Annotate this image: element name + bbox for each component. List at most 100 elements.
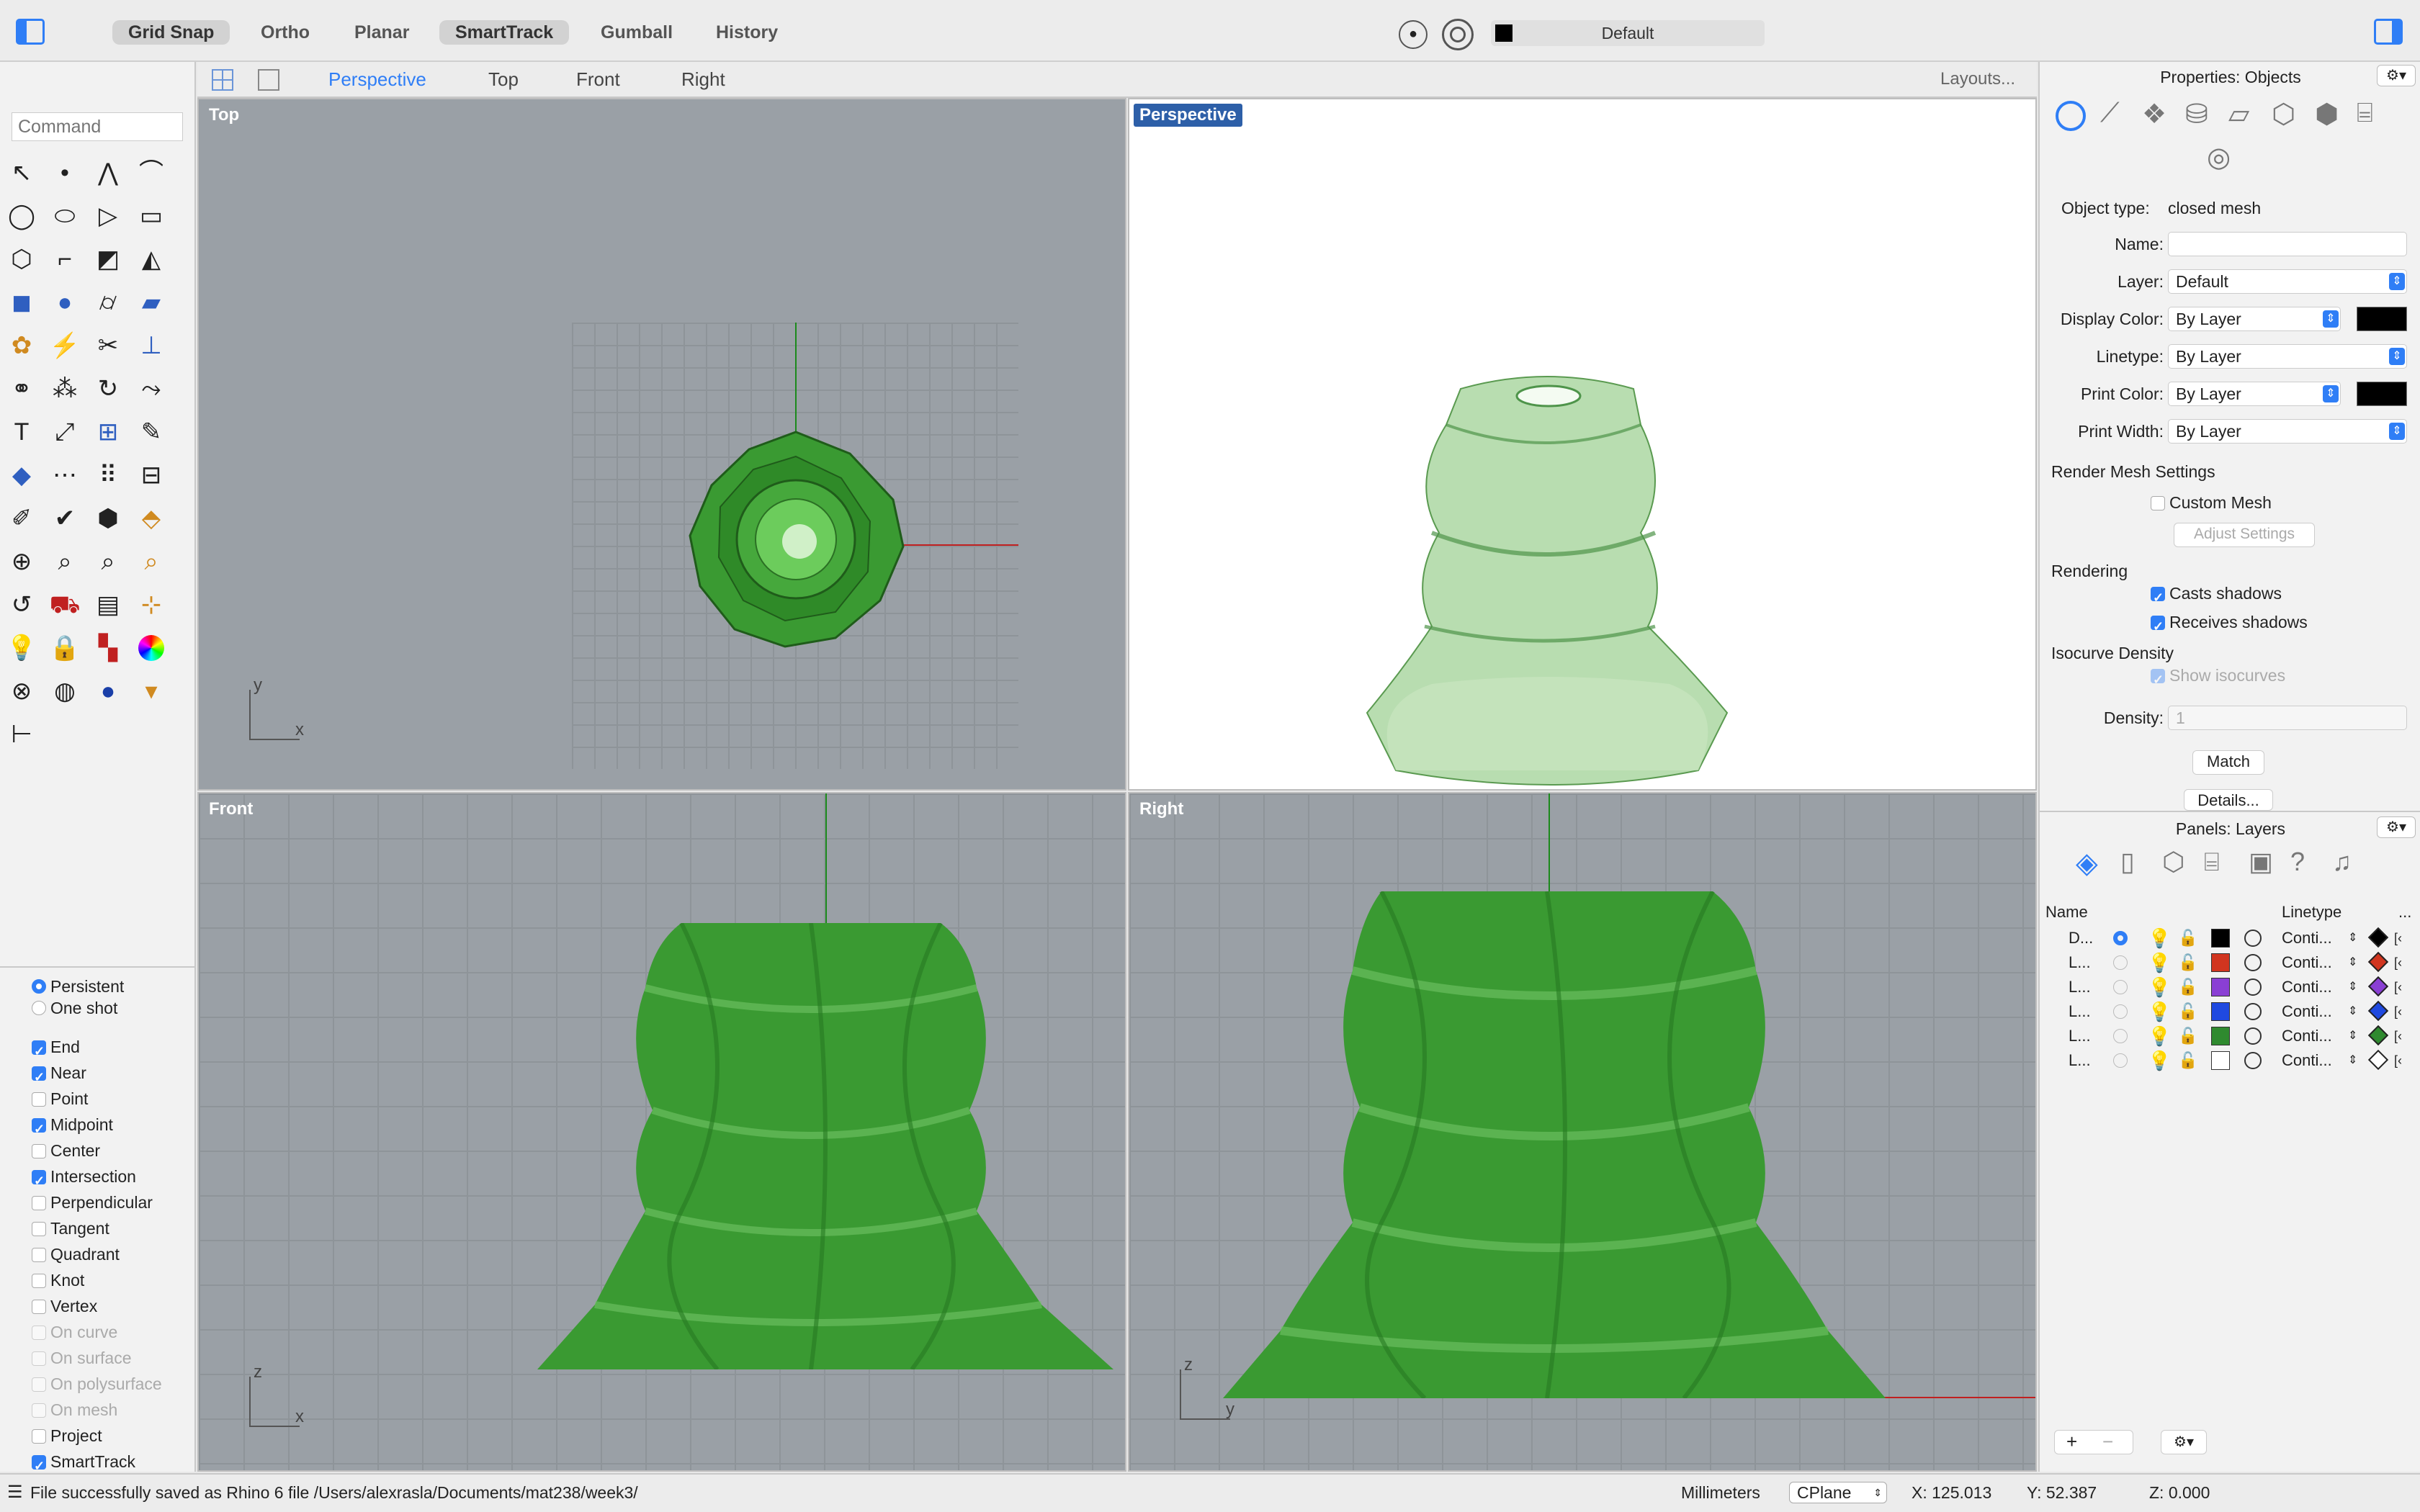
material-circle-icon[interactable] bbox=[2244, 1027, 2262, 1045]
display-tab-icon[interactable]: ⌸ bbox=[2357, 98, 2373, 129]
rectangle-icon[interactable]: ▭ bbox=[134, 199, 169, 233]
current-layer-radio[interactable] bbox=[2113, 955, 2128, 970]
match-button[interactable]: Match bbox=[2192, 750, 2264, 775]
display-tab-icon[interactable]: ▣ bbox=[2249, 847, 2273, 877]
light-bulb-icon[interactable]: 💡 bbox=[2148, 975, 2171, 999]
print-width-icon[interactable]: [‹ bbox=[2394, 1048, 2402, 1073]
layer-row[interactable]: L... 💡 🔓 Conti... ⇕ [‹ bbox=[2069, 1024, 2407, 1048]
osnap-icon[interactable] bbox=[1442, 19, 1474, 50]
osnap-quadrant-checkbox[interactable]: Quadrant bbox=[32, 1241, 120, 1267]
grid-snap-button[interactable]: Grid Snap bbox=[112, 20, 230, 45]
layer-row[interactable]: D... 💡 🔓 Conti... ⇕ [‹ bbox=[2069, 926, 2407, 950]
cylinder-icon[interactable]: ⌭ bbox=[91, 285, 125, 320]
material-circle-icon[interactable] bbox=[2244, 1003, 2262, 1020]
surface-icon[interactable]: ◩ bbox=[91, 242, 125, 276]
print-width-icon[interactable]: [‹ bbox=[2394, 999, 2402, 1024]
extrude-icon[interactable]: ◆ bbox=[4, 458, 39, 492]
light-bulb-icon[interactable]: 💡 bbox=[2148, 950, 2171, 975]
curve-icon[interactable]: ⌒ bbox=[134, 156, 169, 190]
chevron-updown-icon[interactable]: ⇕ bbox=[2348, 950, 2357, 975]
one-shot-radio[interactable]: One shot bbox=[32, 995, 117, 1021]
print-width-icon[interactable]: [‹ bbox=[2394, 1024, 2402, 1048]
casts-shadows-checkbox[interactable]: Casts shadows bbox=[2151, 580, 2282, 611]
gumball-button[interactable]: Gumball bbox=[585, 20, 689, 45]
lock-icon[interactable]: 🔓 bbox=[2178, 999, 2197, 1024]
patch-icon[interactable]: ◭ bbox=[134, 242, 169, 276]
cplane-icon[interactable]: ⊹ bbox=[134, 588, 169, 622]
osnap-near-checkbox[interactable]: Near bbox=[32, 1060, 86, 1090]
box-tab-icon[interactable]: ⬢ bbox=[2315, 98, 2339, 130]
fillet-icon[interactable]: ⌐ bbox=[48, 242, 82, 276]
layers-gear-icon[interactable]: ⚙▾ bbox=[2377, 816, 2416, 838]
mesh-tab-icon[interactable]: ⬡ bbox=[2272, 98, 2295, 130]
array-icon[interactable]: ⊞ bbox=[91, 415, 125, 449]
group-icon[interactable]: ⁂ bbox=[48, 372, 82, 406]
command-input[interactable] bbox=[12, 112, 183, 141]
print-width-select[interactable]: By Layer bbox=[2168, 419, 2407, 444]
layer-color-swatch[interactable] bbox=[2211, 953, 2230, 972]
rotate-view-icon[interactable]: ↺ bbox=[4, 588, 39, 622]
left-panel-toggle-icon[interactable] bbox=[16, 19, 45, 45]
lock-icon[interactable]: 🔓 bbox=[2178, 975, 2197, 999]
material-circle-icon[interactable] bbox=[2244, 930, 2262, 947]
plane-icon[interactable]: ▰ bbox=[134, 285, 169, 320]
split-icon[interactable]: ⊥ bbox=[134, 328, 169, 363]
page-tab-icon[interactable]: ▱ bbox=[2228, 98, 2249, 130]
viewport-right[interactable]: Right z y bbox=[1128, 792, 2037, 1472]
print-color-select[interactable]: By Layer bbox=[2168, 382, 2341, 406]
details-button[interactable]: Details... bbox=[2184, 789, 2273, 811]
current-layer-radio[interactable] bbox=[2113, 1029, 2128, 1043]
circle-icon[interactable]: ◯ bbox=[4, 199, 39, 233]
osnap-tangent-checkbox[interactable]: Tangent bbox=[32, 1215, 109, 1241]
custom-mesh-checkbox[interactable]: Custom Mesh bbox=[2151, 490, 2272, 516]
viewport-top[interactable]: Top y x bbox=[197, 98, 1126, 791]
explode-icon[interactable]: ⚡ bbox=[48, 328, 82, 363]
render-icon[interactable]: ⬘ bbox=[134, 501, 169, 536]
print-color-diamond-icon[interactable] bbox=[2367, 951, 2389, 973]
lock-icon[interactable]: 🔒 bbox=[48, 631, 82, 665]
material-circle-icon[interactable] bbox=[2244, 978, 2262, 996]
print-color-diamond-icon[interactable] bbox=[2367, 976, 2389, 997]
layer-color-swatch[interactable] bbox=[2211, 929, 2230, 948]
rotate-icon[interactable]: ↻ bbox=[91, 372, 125, 406]
osnap-intersection-checkbox[interactable]: Intersection bbox=[32, 1164, 136, 1194]
print-color-diamond-icon[interactable] bbox=[2367, 1000, 2389, 1022]
history-button[interactable]: History bbox=[700, 20, 794, 45]
single-view-icon[interactable] bbox=[258, 69, 279, 91]
osnap-midpoint-checkbox[interactable]: Midpoint bbox=[32, 1112, 113, 1142]
osnap-on-polysurface-checkbox[interactable]: On polysurface bbox=[32, 1371, 162, 1397]
show-isocurves-checkbox[interactable]: Show isocurves bbox=[2151, 662, 2285, 693]
current-layer-radio[interactable] bbox=[2113, 980, 2128, 994]
texture-tab-icon[interactable]: ❖ bbox=[2142, 98, 2166, 130]
color-wheel-icon[interactable] bbox=[134, 631, 169, 665]
light-bulb-icon[interactable]: 💡 bbox=[2148, 1048, 2171, 1073]
wireframe-sphere-icon[interactable]: ⊗ bbox=[4, 674, 39, 708]
layer-color-swatch[interactable] bbox=[2211, 978, 2230, 996]
current-layer-radio[interactable] bbox=[2113, 1053, 2128, 1068]
layer-tab-icon[interactable]: ⛁ bbox=[2185, 98, 2208, 130]
libraries-tab-icon[interactable]: ⌸ bbox=[2204, 847, 2220, 878]
osnap-vertex-checkbox[interactable]: Vertex bbox=[32, 1293, 97, 1319]
print-color-diamond-icon[interactable] bbox=[2367, 927, 2389, 948]
print-width-icon[interactable]: [‹ bbox=[2394, 975, 2402, 999]
tab-top[interactable]: Top bbox=[488, 66, 519, 92]
check-icon[interactable]: ✔ bbox=[48, 501, 82, 536]
osnap-on-mesh-checkbox[interactable]: On mesh bbox=[32, 1397, 117, 1423]
osnap-center-checkbox[interactable]: Center bbox=[32, 1138, 100, 1164]
shaded-sphere-icon[interactable]: ◍ bbox=[48, 674, 82, 708]
align-icon[interactable]: ⊟ bbox=[134, 458, 169, 492]
help-tab-icon[interactable]: ? bbox=[2290, 847, 2305, 877]
ellipse-icon[interactable]: ⬭ bbox=[48, 199, 82, 233]
zoom-icon[interactable]: ⊕ bbox=[4, 544, 39, 579]
box-icon[interactable]: ◼ bbox=[4, 285, 39, 320]
receives-shadows-checkbox[interactable]: Receives shadows bbox=[2151, 609, 2308, 639]
zoom-extents-icon[interactable]: ⌕ bbox=[91, 544, 125, 579]
light-bulb-icon[interactable]: 💡 bbox=[2148, 926, 2171, 950]
layer-color-swatch[interactable] bbox=[2211, 1002, 2230, 1021]
print-width-icon[interactable]: [‹ bbox=[2394, 950, 2402, 975]
lock-icon[interactable]: 🔓 bbox=[2178, 950, 2197, 975]
text-icon[interactable]: T bbox=[4, 415, 39, 449]
distribute-icon[interactable]: ⋯ bbox=[48, 458, 82, 492]
notes-icon[interactable]: ✐ bbox=[4, 501, 39, 536]
trim-icon[interactable]: ✂ bbox=[91, 328, 125, 363]
